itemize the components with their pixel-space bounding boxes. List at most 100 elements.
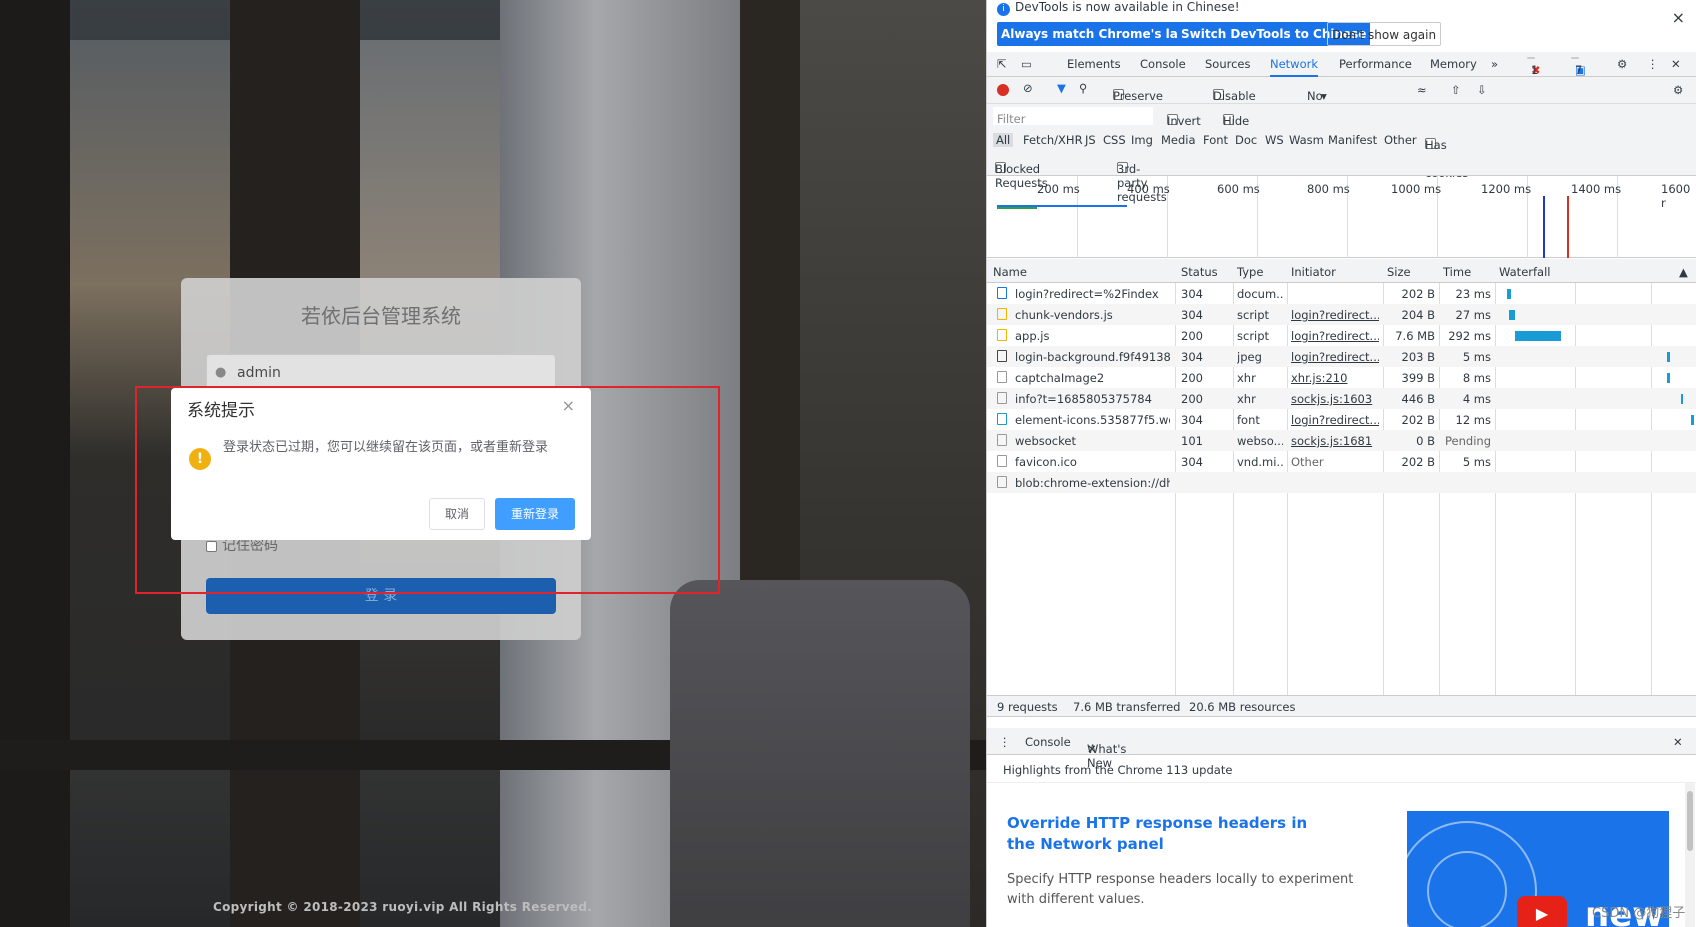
close-tab-icon[interactable]: ✕ <box>1087 742 1097 756</box>
table-row[interactable]: login-background.f9f49138.... 304 jpeg logi… <box>987 346 1696 367</box>
file-icon <box>997 350 1007 362</box>
drawer-menu-icon[interactable]: ⋮ <box>999 735 1011 749</box>
whats-new-headline[interactable]: Override HTTP response headers in the Ne… <box>1007 813 1337 855</box>
request-count: 9 requests <box>997 700 1058 714</box>
col-waterfall[interactable]: Waterfall <box>1499 265 1550 279</box>
infobar-text: DevTools is now available in Chinese! <box>1015 0 1240 14</box>
cell-initiator[interactable]: login?redirect... <box>1291 308 1379 322</box>
message-count-badge[interactable]: ▣ 7 <box>1571 57 1586 77</box>
waterfall-bar <box>1509 310 1515 320</box>
tab-sources[interactable]: Sources <box>1205 57 1251 71</box>
cell-time: 23 ms <box>1455 287 1491 301</box>
tab-console[interactable]: Console <box>1140 57 1186 71</box>
more-tabs-icon[interactable]: » <box>1491 57 1498 71</box>
type-font[interactable]: Font <box>1203 133 1228 147</box>
col-initiator[interactable]: Initiator <box>1291 265 1336 279</box>
table-row[interactable]: element-icons.535877f5.woff 304 font login?… <box>987 409 1696 430</box>
filter-funnel-icon[interactable]: ▼ <box>1057 81 1066 95</box>
transferred-size: 7.6 MB transferred <box>1073 700 1181 714</box>
sort-up-icon[interactable]: ▲ <box>1679 265 1688 279</box>
col-status[interactable]: Status <box>1181 265 1218 279</box>
cell-name: app.js <box>1015 329 1050 343</box>
type-fetch-xhr[interactable]: Fetch/XHR <box>1023 133 1083 147</box>
type-media[interactable]: Media <box>1161 133 1196 147</box>
more-options-icon[interactable]: ⋮ <box>1647 57 1659 71</box>
type-wasm[interactable]: Wasm <box>1289 133 1324 147</box>
overview-load-line <box>1567 196 1569 258</box>
cell-status: 304 <box>1181 413 1203 427</box>
cell-status: 200 <box>1181 329 1203 343</box>
cell-initiator[interactable]: login?redirect... <box>1291 413 1379 427</box>
type-doc[interactable]: Doc <box>1235 133 1257 147</box>
network-overview-timeline[interactable]: 200 ms 400 ms 600 ms 800 ms 1000 ms 1200… <box>987 176 1696 258</box>
cell-status: 101 <box>1181 434 1203 448</box>
invert-label: Invert <box>1167 114 1201 128</box>
cell-initiator[interactable]: xhr.js:210 <box>1291 371 1379 385</box>
table-row[interactable]: captchaImage2 200 xhr xhr.js:210 399 B 8 ms <box>987 367 1696 388</box>
drawer-tab-console[interactable]: Console <box>1025 735 1071 749</box>
search-icon[interactable]: ⚲ <box>1079 81 1087 95</box>
waterfall-bar <box>1667 373 1670 383</box>
cell-size: 446 B <box>1401 392 1436 406</box>
cell-name: element-icons.535877f5.woff <box>1015 413 1170 427</box>
col-type[interactable]: Type <box>1237 265 1263 279</box>
close-devtools-icon[interactable]: ✕ <box>1671 57 1681 71</box>
table-row[interactable]: favicon.ico 304 vnd.mi... Other 202 B 5 ms <box>987 451 1696 472</box>
tab-performance[interactable]: Performance <box>1339 57 1412 71</box>
settings-gear-icon[interactable]: ⚙ <box>1617 57 1627 71</box>
cell-initiator[interactable]: login?redirect... <box>1291 350 1379 364</box>
overview-tick: 1000 ms <box>1391 182 1442 196</box>
cell-initiator[interactable]: login?redirect... <box>1291 329 1379 343</box>
devtools-infobar: i DevTools is now available in Chinese! A… <box>987 0 1696 56</box>
error-count-badge[interactable]: ✖ 1 <box>1527 57 1541 77</box>
annotation-red-box <box>135 386 720 594</box>
dont-show-again-button[interactable]: Don't show again <box>1327 22 1442 46</box>
record-icon[interactable] <box>997 84 1009 96</box>
tab-elements[interactable]: Elements <box>1067 57 1121 71</box>
overview-tick: 1400 ms <box>1571 182 1622 196</box>
device-toolbar-icon[interactable]: ▭ <box>1021 57 1032 71</box>
cell-type: jpeg <box>1237 350 1262 364</box>
col-time[interactable]: Time <box>1443 265 1471 279</box>
type-manifest[interactable]: Manifest <box>1328 133 1377 147</box>
clear-icon[interactable]: ⊘ <box>1023 81 1033 95</box>
tab-network[interactable]: Network <box>1270 57 1319 77</box>
cell-initiator[interactable]: Other <box>1291 455 1379 469</box>
col-size[interactable]: Size <box>1387 265 1411 279</box>
table-row[interactable]: blob:chrome-extension://dh... <box>987 472 1696 493</box>
cell-name: websocket <box>1015 434 1076 448</box>
network-conditions-icon[interactable]: ≈ <box>1417 83 1427 97</box>
type-ws[interactable]: WS <box>1265 133 1284 147</box>
requests-table-body: login?redirect=%2Findex 304 docum... 202 B 2… <box>987 283 1696 695</box>
type-all[interactable]: All <box>993 133 1014 147</box>
cell-initiator[interactable]: sockjs.js:1603 <box>1291 392 1379 406</box>
download-icon[interactable]: ⇩ <box>1477 83 1487 97</box>
type-css[interactable]: CSS <box>1103 133 1126 147</box>
waterfall-bar <box>1515 331 1561 341</box>
table-row[interactable]: websocket 101 webso... sockjs.js:1681 0 B Pen… <box>987 430 1696 451</box>
table-row[interactable]: info?t=1685805375784 200 xhr sockjs.js:1603… <box>987 388 1696 409</box>
table-row[interactable]: app.js 200 script login?redirect... 7.6 MB 29… <box>987 325 1696 346</box>
col-name[interactable]: Name <box>993 265 1027 279</box>
table-row[interactable]: login?redirect=%2Findex 304 docum... 202 B 2… <box>987 283 1696 304</box>
tab-memory[interactable]: Memory <box>1430 57 1477 71</box>
type-img[interactable]: Img <box>1131 133 1153 147</box>
overview-tick: 1600 r <box>1661 182 1691 210</box>
table-row[interactable]: chunk-vendors.js 304 script login?redirect.… <box>987 304 1696 325</box>
scrollbar[interactable] <box>1685 783 1695 927</box>
youtube-play-icon[interactable]: ▶ <box>1517 896 1567 927</box>
cell-initiator[interactable]: sockjs.js:1681 <box>1291 434 1379 448</box>
filter-input[interactable]: Filter <box>993 107 1153 126</box>
file-icon <box>997 413 1007 425</box>
inspect-element-icon[interactable]: ⇱ <box>997 57 1007 71</box>
highlights-bar: Highlights from the Chrome 113 update <box>987 755 1696 783</box>
network-settings-gear-icon[interactable]: ⚙ <box>1673 83 1683 97</box>
cell-status: 304 <box>1181 350 1203 364</box>
cell-type: vnd.mi... <box>1237 455 1283 469</box>
type-other[interactable]: Other <box>1384 133 1417 147</box>
close-drawer-icon[interactable]: ✕ <box>1673 735 1683 749</box>
type-js[interactable]: JS <box>1085 133 1096 147</box>
infobar-close-icon[interactable]: × <box>1672 8 1685 27</box>
upload-icon[interactable]: ⇧ <box>1451 83 1461 97</box>
file-icon <box>997 308 1007 320</box>
